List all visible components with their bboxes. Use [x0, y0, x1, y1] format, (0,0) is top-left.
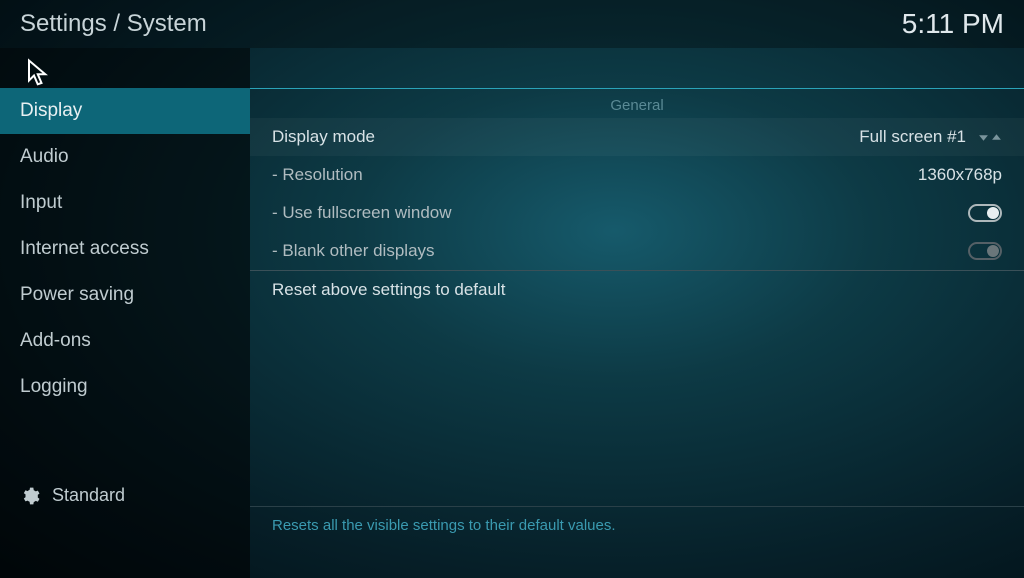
row-label: Display mode [272, 127, 375, 147]
sidebar-item-label: Add-ons [20, 330, 91, 351]
breadcrumb: Settings / System [20, 10, 207, 38]
sidebar-item-add-ons[interactable]: Add-ons [0, 318, 250, 364]
row-display-mode[interactable]: Display mode Full screen #1 [250, 118, 1024, 156]
row-label: - Use fullscreen window [272, 203, 452, 223]
sidebar-item-logging[interactable]: Logging [0, 364, 250, 410]
toggle-blank-displays[interactable] [968, 242, 1002, 260]
sidebar-item-label: Internet access [20, 238, 149, 259]
row-resolution[interactable]: - Resolution 1360x768p [250, 156, 1024, 194]
resolution-value: 1360x768p [918, 165, 1002, 185]
sidebar-item-display[interactable]: Display [0, 88, 250, 134]
row-label: - Resolution [272, 165, 363, 185]
gear-icon [20, 486, 40, 506]
row-value: Full screen #1 [859, 127, 1002, 147]
row-label: - Blank other displays [272, 241, 435, 261]
sidebar-item-label: Logging [20, 376, 88, 397]
row-blank-other-displays[interactable]: - Blank other displays [250, 232, 1024, 270]
help-text: Resets all the visible settings to their… [250, 506, 1024, 578]
row-reset-defaults[interactable]: Reset above settings to default [250, 271, 1024, 309]
settings-level-button[interactable]: Standard [0, 471, 250, 578]
clock: 5:11 PM [902, 8, 1004, 40]
sidebar-item-input[interactable]: Input [0, 180, 250, 226]
sidebar-item-internet-access[interactable]: Internet access [0, 226, 250, 272]
row-value [968, 242, 1002, 260]
chevron-up-down-icon[interactable] [978, 132, 1002, 143]
sidebar-item-power-saving[interactable]: Power saving [0, 272, 250, 318]
sidebar-item-label: Power saving [20, 284, 134, 305]
sidebar-item-label: Input [20, 192, 62, 213]
sidebar: Display Audio Input Internet access Powe… [0, 48, 250, 578]
header: Settings / System 5:11 PM [0, 0, 1024, 48]
toggle-fullscreen-window[interactable] [968, 204, 1002, 222]
sidebar-item-label: Audio [20, 146, 69, 167]
sidebar-item-audio[interactable]: Audio [0, 134, 250, 180]
section-header: General [250, 89, 1024, 118]
content-panel: General Display mode Full screen #1 - Re… [250, 88, 1024, 578]
row-use-fullscreen-window[interactable]: - Use fullscreen window [250, 194, 1024, 232]
display-mode-value: Full screen #1 [859, 127, 966, 147]
sidebar-item-label: Display [20, 100, 82, 121]
row-value [968, 204, 1002, 222]
settings-level-label: Standard [52, 485, 125, 506]
row-label: Reset above settings to default [272, 280, 505, 300]
main: Display Audio Input Internet access Powe… [0, 48, 1024, 578]
